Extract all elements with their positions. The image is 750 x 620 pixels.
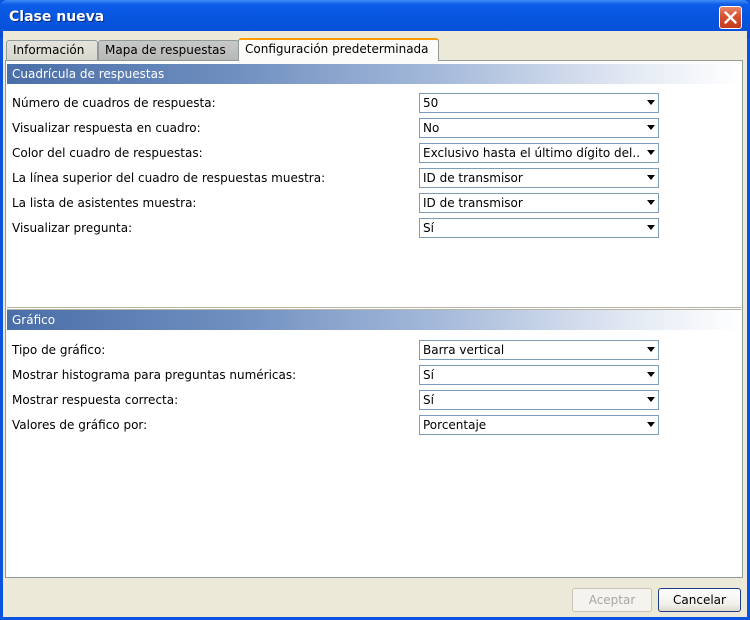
setting-row: Visualizar pregunta: Sí	[7, 218, 741, 240]
setting-label: Color del cuadro de respuestas:	[12, 146, 203, 160]
setting-label: Mostrar respuesta correcta:	[12, 393, 179, 407]
select-value: No	[423, 121, 440, 135]
dialog-body: Información Mapa de respuestas Configura…	[3, 31, 747, 617]
setting-row: Mostrar histograma para preguntas numéri…	[7, 365, 741, 387]
setting-label: Visualizar respuesta en cuadro:	[12, 121, 201, 135]
chevron-down-icon	[647, 397, 655, 402]
chevron-down-icon	[647, 200, 655, 205]
select-value: ID de transmisor	[423, 171, 523, 185]
setting-label: Número de cuadros de respuesta:	[12, 96, 216, 110]
setting-row: Visualizar respuesta en cuadro: No	[7, 118, 741, 140]
histogram-select[interactable]: Sí	[419, 365, 659, 385]
answer-box-count-select[interactable]: 50	[419, 93, 659, 113]
attendee-list-select[interactable]: ID de transmisor	[419, 193, 659, 213]
chevron-down-icon	[647, 225, 655, 230]
setting-row: La línea superior del cuadro de respuest…	[7, 168, 741, 190]
tab-mapa-de-respuestas[interactable]: Mapa de respuestas	[98, 40, 239, 60]
setting-label: Tipo de gráfico:	[12, 343, 106, 357]
chevron-down-icon	[647, 175, 655, 180]
select-value: Sí	[423, 368, 434, 382]
chart-values-select[interactable]: Porcentaje	[419, 415, 659, 435]
chart-section: Gráfico Tipo de gráfico: Barra vertical …	[7, 309, 741, 576]
select-value: Barra vertical	[423, 343, 505, 357]
setting-row: Tipo de gráfico: Barra vertical	[7, 340, 741, 362]
tab-informacion[interactable]: Información	[6, 40, 98, 60]
select-value: Porcentaje	[423, 418, 487, 432]
answer-box-top-line-select[interactable]: ID de transmisor	[419, 168, 659, 188]
chevron-down-icon	[647, 100, 655, 105]
close-icon	[724, 11, 737, 24]
setting-label: Visualizar pregunta:	[12, 221, 133, 235]
setting-label: La lista de asistentes muestra:	[12, 196, 197, 210]
show-correct-answer-select[interactable]: Sí	[419, 390, 659, 410]
dialog-footer: Aceptar Cancelar	[3, 582, 747, 617]
select-value: ID de transmisor	[423, 196, 523, 210]
chevron-down-icon	[647, 347, 655, 352]
setting-label: Mostrar histograma para preguntas numéri…	[12, 368, 297, 382]
show-question-select[interactable]: Sí	[419, 218, 659, 238]
show-answer-in-box-select[interactable]: No	[419, 118, 659, 138]
setting-row: Valores de gráfico por: Porcentaje	[7, 415, 741, 437]
answer-box-color-select[interactable]: Exclusivo hasta el último dígito del...	[419, 143, 659, 163]
cancel-button[interactable]: Cancelar	[658, 588, 741, 612]
chart-type-select[interactable]: Barra vertical	[419, 340, 659, 360]
setting-label: La línea superior del cuadro de respuest…	[12, 171, 326, 185]
grid-section-header: Cuadrícula de respuestas	[7, 64, 741, 84]
chevron-down-icon	[647, 150, 655, 155]
accept-button[interactable]: Aceptar	[572, 588, 652, 612]
setting-label: Valores de gráfico por:	[12, 418, 148, 432]
select-value: Exclusivo hasta el último dígito del...	[423, 146, 641, 160]
setting-row: Número de cuadros de respuesta: 50	[7, 93, 741, 115]
chart-section-header: Gráfico	[7, 310, 741, 330]
tab-panel: Cuadrícula de respuestas Número de cuadr…	[5, 60, 743, 578]
select-value: Sí	[423, 393, 434, 407]
select-value: Sí	[423, 221, 434, 235]
tab-configuracion-predeterminada[interactable]: Configuración predeterminada	[238, 38, 439, 61]
setting-row: Mostrar respuesta correcta: Sí	[7, 390, 741, 412]
close-button[interactable]	[719, 6, 742, 29]
chevron-down-icon	[647, 372, 655, 377]
grid-section: Cuadrícula de respuestas Número de cuadr…	[7, 64, 741, 308]
setting-row: La lista de asistentes muestra: ID de tr…	[7, 193, 741, 215]
chevron-down-icon	[647, 125, 655, 130]
setting-row: Color del cuadro de respuestas: Exclusiv…	[7, 143, 741, 165]
dialog-window: Clase nueva Información Mapa de respuest…	[0, 0, 750, 620]
select-value: 50	[423, 96, 439, 110]
chevron-down-icon	[647, 422, 655, 427]
window-title: Clase nueva	[9, 9, 105, 25]
